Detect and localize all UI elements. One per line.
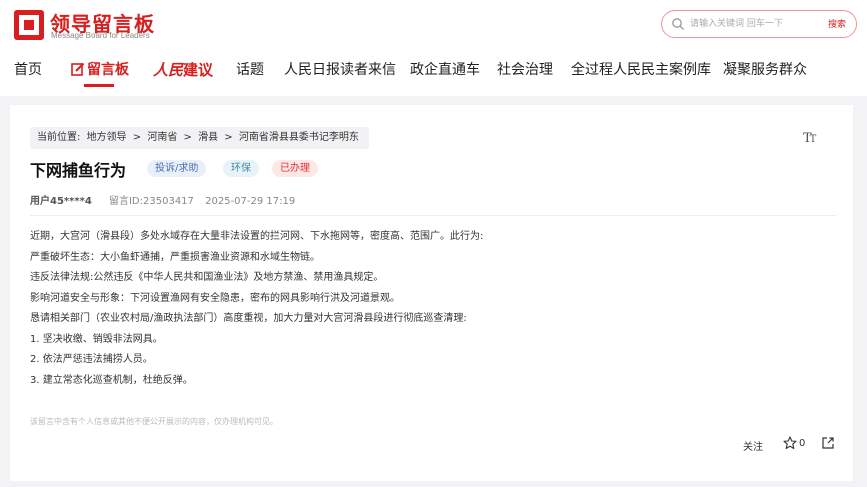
nav-item-people-suggestion[interactable]: 人民建议 <box>153 59 213 80</box>
nav-item-message-board[interactable]: 留言板 <box>71 59 129 79</box>
content-line: 3. 建立常态化巡查机制，杜绝反弹。 <box>30 374 193 386</box>
nav-item-serve-masses[interactable]: 凝聚服务群众 <box>723 59 807 79</box>
nav-item-home[interactable]: 首页 <box>14 59 42 79</box>
logo-subtitle: Message Board for Leaders <box>51 31 150 40</box>
content-line: 影响河道安全与形象：下河设置渔网有安全隐患，密布的网具影响行洪及河道景观。 <box>30 292 400 304</box>
search-button[interactable]: 搜索 <box>828 17 846 30</box>
message-content: 近期，大宫河（滑县段）多处水域存在大量非法设置的拦河网、下水拖网等，密度高、范围… <box>30 227 820 391</box>
search-icon <box>672 18 684 30</box>
privacy-notice: 该留言中含有个人信息或其他不便公开展示的内容，仅办理机构可见。 <box>30 417 278 426</box>
logo-mark-icon <box>14 10 44 40</box>
divider <box>30 215 836 216</box>
message-card: 当前位置: 地方领导 > 河南省 > 滑县 > 河南省滑县县委书记李明东 TT … <box>10 105 853 481</box>
star-icon[interactable] <box>783 436 797 450</box>
breadcrumb: 当前位置: 地方领导 > 河南省 > 滑县 > 河南省滑县县委书记李明东 <box>30 127 369 149</box>
site-header: 领导留言板 Message Board for Leaders 搜索 首页 留言… <box>0 0 867 96</box>
breadcrumb-item[interactable]: 地方领导 <box>87 132 127 143</box>
nav-item-enterprise[interactable]: 政企直通车 <box>410 59 480 79</box>
nav-item-readers-letters[interactable]: 人民日报读者来信 <box>284 59 396 79</box>
search-box: 搜索 <box>661 10 857 38</box>
breadcrumb-separator: > <box>183 132 192 143</box>
breadcrumb-prefix: 当前位置: <box>37 132 81 143</box>
breadcrumb-item[interactable]: 滑县 <box>198 132 218 143</box>
edit-icon <box>71 62 85 76</box>
suggestion-text: 建议 <box>183 61 214 79</box>
content-line: 2. 依法严惩违法捕捞人员。 <box>30 354 153 365</box>
category-tag: 投诉/求助 <box>147 160 207 177</box>
breadcrumb-separator: > <box>224 132 233 143</box>
site-logo[interactable]: 领导留言板 Message Board for Leaders <box>14 10 174 42</box>
content-line: 1. 坚决收缴、销毁非法网具。 <box>30 333 163 345</box>
breadcrumb-separator: > <box>132 132 142 143</box>
follow-button[interactable]: 关注 <box>743 438 763 453</box>
status-badge: 已办理 <box>272 160 318 177</box>
nav-active-indicator <box>84 84 114 87</box>
nav-item-topics[interactable]: 话题 <box>236 59 264 79</box>
people-brand-text: 人民 <box>153 61 184 79</box>
search-input[interactable] <box>690 15 810 33</box>
nav-item-message-board-label: 留言板 <box>87 62 129 78</box>
content-line: 违反法律法规:公然违反《中华人民共和国渔业法》及地方禁渔、禁用渔具规定。 <box>30 272 384 283</box>
nav-item-social-governance[interactable]: 社会治理 <box>497 59 553 79</box>
message-title: 下网捕鱼行为 <box>30 161 127 180</box>
author-name: 用户45****4 <box>30 196 92 207</box>
content-line: 严重破坏生态：大小鱼虾通捕，严重损害渔业资源和水域生物链。 <box>30 251 320 263</box>
message-id: 留言ID:23503417 <box>108 196 194 207</box>
nav-item-democracy-cases[interactable]: 全过程人民民主案例库 <box>571 59 711 79</box>
field-tag: 环保 <box>223 160 259 177</box>
message-meta: 用户45****4 留言ID:23503417 2025-07-29 17:19 <box>30 192 295 207</box>
content-line: 近期，大宫河（滑县段）多处水域存在大量非法设置的拦河网、下水拖网等，密度高、范围… <box>30 231 484 242</box>
star-count: 0 <box>799 438 806 449</box>
share-icon[interactable] <box>821 436 835 450</box>
content-line: 恳请相关部门（农业农村局/渔政执法部门）高度重视，加大力量对大宫河滑县段进行彻底… <box>30 313 467 324</box>
main-nav: 首页 留言板 人民建议 话题 人民日报读者来信 政企直通车 社会治理 全过程人民… <box>0 56 867 87</box>
breadcrumb-item[interactable]: 河南省 <box>147 132 177 143</box>
message-date: 2025-07-29 17:19 <box>205 196 296 207</box>
font-size-icon[interactable]: TT <box>803 131 816 146</box>
breadcrumb-item[interactable]: 河南省滑县县委书记李明东 <box>239 132 359 143</box>
